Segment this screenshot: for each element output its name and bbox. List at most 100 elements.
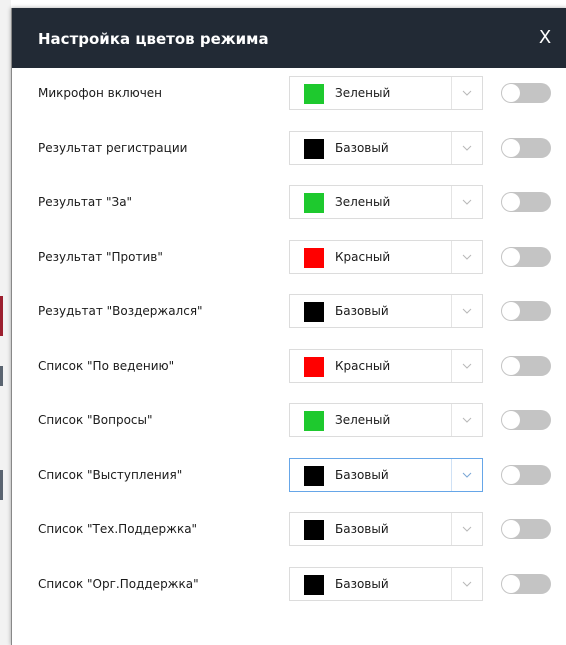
select-divider xyxy=(451,568,452,600)
setting-row: Список "Тех.Поддержка" Базовый xyxy=(12,504,566,558)
color-swatch xyxy=(304,357,324,377)
toggle-knob xyxy=(502,575,520,593)
color-swatch xyxy=(304,193,324,213)
background-mark xyxy=(0,470,3,500)
color-swatch xyxy=(304,466,324,486)
color-swatch xyxy=(304,84,324,104)
background-window-edge xyxy=(0,0,11,645)
setting-label: Список "Вопросы" xyxy=(38,413,153,427)
color-select[interactable]: Зеленый xyxy=(289,76,483,110)
dialog-title: Настройка цветов режима xyxy=(38,30,269,48)
color-name: Зеленый xyxy=(335,413,391,427)
select-divider xyxy=(451,295,452,327)
chevron-down-icon[interactable] xyxy=(460,250,474,264)
setting-row: Результат "За" Зеленый xyxy=(12,177,566,231)
color-select[interactable]: Базовый xyxy=(289,512,483,546)
color-swatch xyxy=(304,139,324,159)
setting-label: Список "Орг.Поддержка" xyxy=(38,577,199,591)
toggle-switch[interactable] xyxy=(501,83,551,103)
setting-label: Результат "Против" xyxy=(38,250,163,264)
color-select[interactable]: Базовый xyxy=(289,458,483,492)
color-select[interactable]: Базовый xyxy=(289,131,483,165)
toggle-switch[interactable] xyxy=(501,465,551,485)
chevron-down-icon[interactable] xyxy=(460,413,474,427)
toggle-switch[interactable] xyxy=(501,356,551,376)
toggle-switch[interactable] xyxy=(501,519,551,539)
color-select[interactable]: Зеленый xyxy=(289,403,483,437)
color-name: Зеленый xyxy=(335,195,391,209)
setting-row: Результат регистрации Базовый xyxy=(12,123,566,177)
toggle-knob xyxy=(502,411,520,429)
color-swatch xyxy=(304,411,324,431)
chevron-down-icon[interactable] xyxy=(460,304,474,318)
chevron-down-icon[interactable] xyxy=(460,522,474,536)
toggle-knob xyxy=(502,520,520,538)
chevron-down-icon[interactable] xyxy=(460,468,474,482)
color-name: Красный xyxy=(335,359,391,373)
page: Настройка цветов режима X Микрофон включ… xyxy=(0,0,566,645)
toggle-knob xyxy=(502,139,520,157)
chevron-down-icon[interactable] xyxy=(460,86,474,100)
toggle-switch[interactable] xyxy=(501,410,551,430)
background-mark xyxy=(0,366,3,386)
color-settings-dialog: Настройка цветов режима X Микрофон включ… xyxy=(11,8,566,645)
setting-label: Результат "За" xyxy=(38,195,133,209)
toggle-switch[interactable] xyxy=(501,138,551,158)
select-divider xyxy=(451,241,452,273)
toggle-switch[interactable] xyxy=(501,247,551,267)
toggle-knob xyxy=(502,466,520,484)
toggle-switch[interactable] xyxy=(501,574,551,594)
setting-row: Микрофон включен Зеленый xyxy=(12,68,566,122)
color-swatch xyxy=(304,248,324,268)
setting-label: Результат регистрации xyxy=(38,141,188,155)
toggle-switch[interactable] xyxy=(501,301,551,321)
select-divider xyxy=(451,350,452,382)
color-name: Базовый xyxy=(335,304,389,318)
setting-row: Список "По ведению" Красный xyxy=(12,341,566,395)
color-name: Базовый xyxy=(335,522,389,536)
setting-label: Список "По ведению" xyxy=(38,359,175,373)
chevron-down-icon[interactable] xyxy=(460,195,474,209)
color-select[interactable]: Красный xyxy=(289,240,483,274)
color-select[interactable]: Базовый xyxy=(289,567,483,601)
dialog-header: Настройка цветов режима X xyxy=(12,8,566,68)
close-button[interactable]: X xyxy=(533,26,557,50)
select-divider xyxy=(451,513,452,545)
toggle-switch[interactable] xyxy=(501,192,551,212)
close-icon: X xyxy=(538,27,552,48)
setting-label: Микрофон включен xyxy=(38,86,163,100)
select-divider xyxy=(451,186,452,218)
color-swatch xyxy=(304,575,324,595)
setting-row: Список "Выступления" Базовый xyxy=(12,450,566,504)
toggle-knob xyxy=(502,84,520,102)
color-select[interactable]: Красный xyxy=(289,349,483,383)
setting-row: Результат "Против" Красный xyxy=(12,232,566,286)
select-divider xyxy=(451,77,452,109)
chevron-down-icon[interactable] xyxy=(460,577,474,591)
setting-row: Список "Орг.Поддержка" Базовый xyxy=(12,559,566,613)
select-divider xyxy=(451,132,452,164)
setting-label: Резудьтат "Воздержался" xyxy=(38,304,203,318)
color-select[interactable]: Зеленый xyxy=(289,185,483,219)
color-select[interactable]: Базовый xyxy=(289,294,483,328)
setting-row: Список "Вопросы" Зеленый xyxy=(12,395,566,449)
color-name: Базовый xyxy=(335,141,389,155)
color-name: Зеленый xyxy=(335,86,391,100)
chevron-down-icon[interactable] xyxy=(460,141,474,155)
toggle-knob xyxy=(502,302,520,320)
color-name: Базовый xyxy=(335,577,389,591)
select-divider xyxy=(451,459,452,491)
color-name: Базовый xyxy=(335,468,389,482)
setting-row: Резудьтат "Воздержался" Базовый xyxy=(12,286,566,340)
setting-label: Список "Тех.Поддержка" xyxy=(38,522,198,536)
toggle-knob xyxy=(502,357,520,375)
color-swatch xyxy=(304,520,324,540)
toggle-knob xyxy=(502,193,520,211)
select-divider xyxy=(451,404,452,436)
color-name: Красный xyxy=(335,250,391,264)
background-mark xyxy=(0,296,3,336)
color-swatch xyxy=(304,302,324,322)
chevron-down-icon[interactable] xyxy=(460,359,474,373)
setting-label: Список "Выступления" xyxy=(38,468,183,482)
toggle-knob xyxy=(502,248,520,266)
